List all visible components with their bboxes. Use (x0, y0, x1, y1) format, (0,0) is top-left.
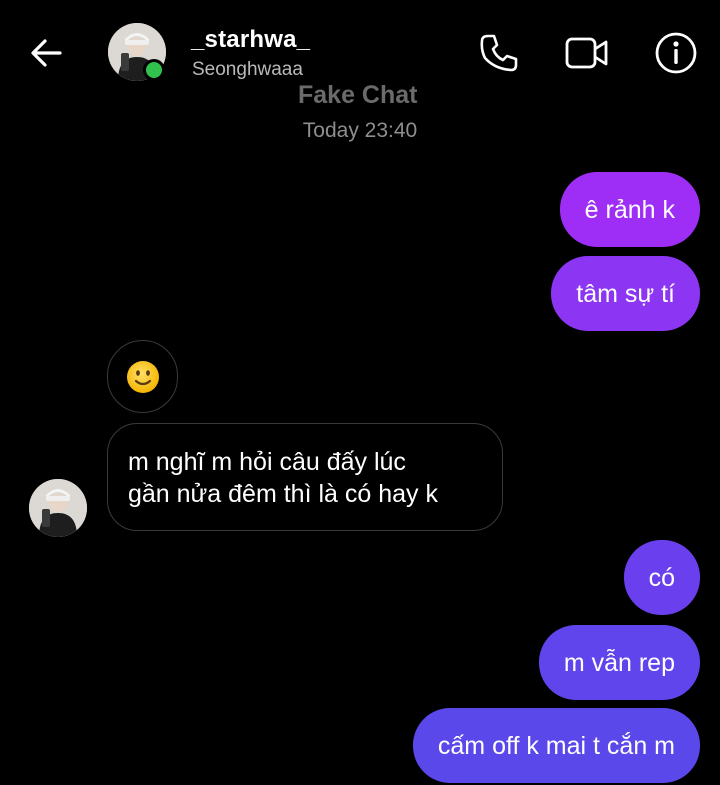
slightly-smiling-face-emoji (126, 360, 159, 393)
message-text: ê rảnh k (584, 195, 675, 224)
received-emoji-bubble[interactable] (107, 340, 178, 413)
fake-chat-watermark: Fake Chat (298, 81, 418, 109)
online-status-indicator (143, 59, 165, 81)
received-message-bubble[interactable]: m nghĩ m hỏi câu đấy lúc gần nửa đêm thì… (107, 423, 503, 531)
message-text: có (648, 563, 675, 592)
video-call-button[interactable] (563, 30, 609, 76)
sent-message-bubble[interactable]: ê rảnh k (559, 172, 700, 247)
chat-username[interactable]: _starhwa_ (191, 26, 310, 54)
voice-call-button[interactable] (476, 30, 522, 76)
message-text: cấm off k mai t cắn m (437, 731, 675, 760)
sent-message-bubble[interactable]: tâm sự tí (551, 256, 700, 331)
sent-message-bubble[interactable]: có (623, 540, 700, 615)
chat-display-name: Seonghwaaa (192, 59, 303, 80)
message-text: m vẫn rep (563, 648, 675, 677)
sender-avatar[interactable] (29, 479, 87, 537)
info-button[interactable] (653, 30, 699, 76)
phone-icon (480, 34, 518, 72)
sent-message-bubble[interactable]: cấm off k mai t cắn m (412, 708, 700, 783)
info-icon (655, 32, 697, 74)
profile-photo (29, 479, 87, 537)
message-line: m nghĩ m hỏi câu đấy lúc (128, 448, 406, 476)
conversation-timestamp: Today 23:40 (302, 119, 418, 142)
message-text: tâm sự tí (576, 279, 675, 308)
message-line: gần nửa đêm thì là có hay k (128, 480, 438, 508)
back-arrow-icon (31, 39, 62, 67)
video-camera-icon (565, 37, 608, 69)
sent-message-bubble[interactable]: m vẫn rep (538, 625, 700, 700)
back-button[interactable] (26, 32, 68, 74)
